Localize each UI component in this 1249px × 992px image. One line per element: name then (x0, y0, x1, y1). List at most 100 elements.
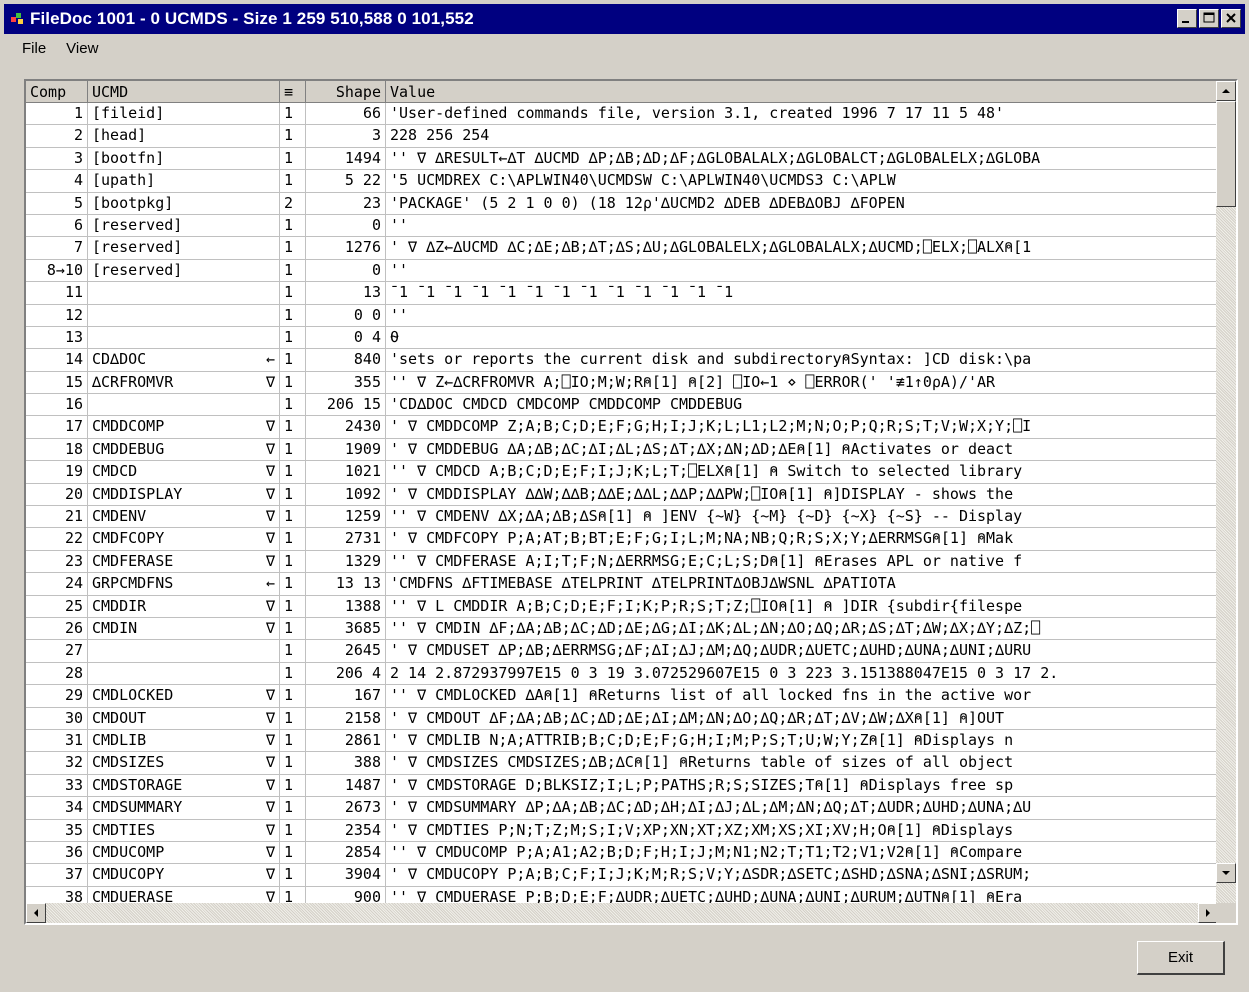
depth-cell: 1 (280, 349, 306, 372)
table-row[interactable]: 23 CMDFERASE ∇ 1 1329 '' ∇ CMDFERASE A;I;T;F;… (26, 550, 1218, 574)
vertical-scrollbar[interactable] (1216, 81, 1236, 903)
table-row[interactable]: 32 CMDSIZES ∇ 1 388 ' ∇ CMDSIZES CMDSIZES;∆B;… (26, 752, 1218, 775)
scroll-down-button[interactable] (1216, 863, 1236, 883)
value-cell: ' ∇ CMDSUMMARY ∆P;∆A;∆B;∆C;∆D;∆H;∆I;∆J;∆… (386, 797, 1218, 820)
scroll-up-button[interactable] (1216, 81, 1236, 101)
table-row[interactable]: 37 CMDUCOPY ∇ 1 3904 ' ∇ CMDUCOPY P;A;B;C;F;I… (26, 864, 1218, 887)
shape-cell: 2158 (306, 707, 386, 730)
header-value[interactable]: Value (386, 81, 1218, 103)
table-row[interactable]: 4 [upath] 1 5 22'5 UCMDREX C:\APLWIN40\UCMD… (26, 170, 1218, 193)
scroll-right-button[interactable] (1198, 903, 1218, 923)
table-row[interactable]: 8→10 [reserved] 1 0 '' (26, 259, 1218, 283)
comp-cell: 22 (26, 528, 88, 551)
minimize-button[interactable] (1177, 9, 1197, 28)
header-depth[interactable]: ≡ (280, 81, 306, 103)
table-row[interactable]: 29 CMDLOCKED ∇ 1 167 '' ∇ CMDLOCKED ∆A⍝[1] ⍝R… (26, 685, 1218, 708)
table-row[interactable]: 18 CMDDEBUG ∇ 1 1909 ' ∇ CMDDEBUG ∆A;∆B;∆C;∆I… (26, 438, 1218, 462)
shape-cell: 0 (306, 214, 386, 238)
table-row[interactable]: 33 CMDSTORAGE ∇ 1 1487 ' ∇ CMDSTORAGE D;BLKSI… (26, 774, 1218, 798)
header-comp[interactable]: Comp (26, 81, 88, 103)
ucmd-name: CMDIN (92, 618, 138, 637)
ucmd-name: CMDFCOPY (92, 529, 165, 548)
table-row[interactable]: 1 [fileid] 1 66 'User-defined commands file,… (26, 103, 1218, 126)
table-row[interactable]: 7 [reserved] 1 1276 ' ∇ ∆Z←∆UCMD ∆C;∆E;∆B;∆T… (26, 237, 1218, 260)
table-row[interactable]: 27 1 2645 ' ∇ CMDUSET ∆P;∆B;∆ERRMSG;∆F;∆I;∆… (26, 640, 1218, 663)
ucmd-cell: [bootfn] (88, 147, 280, 171)
value-cell: '' (386, 215, 1218, 238)
shape-cell: 1494 (306, 147, 386, 171)
exit-button[interactable]: Exit (1137, 941, 1225, 975)
depth-cell: 1 (280, 528, 306, 551)
table-row[interactable]: 25 CMDDIR ∇ 1 1388 '' ∇ L CMDDIR A;B;C;D;E;F;… (26, 595, 1218, 618)
ucmd-name: [head] (92, 126, 147, 145)
menu-file[interactable]: File (22, 40, 46, 57)
ucmd-name: [fileid] (92, 104, 165, 122)
ucmd-name: CMDDISPLAY (92, 484, 183, 503)
shape-cell: 2861 (306, 729, 386, 753)
type-marker-icon: ∇ (265, 529, 275, 548)
value-cell: 228 256 254 (386, 125, 1218, 148)
table-row[interactable]: 21 CMDENV ∇ 1 1259 '' ∇ CMDENV ∆X;∆A;∆B;∆S⍝[1… (26, 506, 1218, 529)
table-row[interactable]: 3 [bootfn] 1 1494 '' ∇ ∆RESULT←∆T ∆UCMD ∆P;∆… (26, 147, 1218, 171)
value-cell: ¯1 ¯1 ¯1 ¯1 ¯1 ¯1 ¯1 ¯1 ¯1 ¯1 ¯1 ¯1 ¯1 (386, 282, 1218, 305)
comp-cell: 8→10 (26, 259, 88, 283)
table-row[interactable]: 11 1 13 ¯1 ¯1 ¯1 ¯1 ¯1 ¯1 ¯1 ¯1 ¯1 ¯1 ¯1 ¯1… (26, 282, 1218, 305)
table-row[interactable]: 20 CMDDISPLAY ∇ 1 1092 ' ∇ CMDDISPLAY ∆∆W;∆∆B… (26, 483, 1218, 507)
table-row[interactable]: 6 [reserved] 1 0 '' (26, 214, 1218, 238)
ucmd-cell: CMDUCOMP ∇ (88, 841, 280, 865)
maximize-button[interactable] (1199, 9, 1219, 28)
comp-cell: 7 (26, 237, 88, 260)
table-row[interactable]: 5 [bootpkg] 2 23 'PACKAGE' (5 2 1 0 0) (18 1… (26, 192, 1218, 215)
components-grid[interactable]: Comp UCMD ≡ Shape Value 1 [fileid] 1 66 'Use… (24, 79, 1238, 925)
scroll-left-button[interactable] (26, 903, 46, 923)
shape-cell: 2731 (306, 528, 386, 551)
comp-cell: 25 (26, 595, 88, 618)
table-row[interactable]: 17 CMDDCOMP ∇ 1 2430 ' ∇ CMDDCOMP Z;A;B;C;D;E… (26, 416, 1218, 439)
table-row[interactable]: 13 1 0 4 ⍬ (26, 326, 1218, 350)
table-row[interactable]: 38 CMDUERASE ∇ 1 900 '' ∇ CMDUERASE P;B;D;E;F… (26, 886, 1218, 903)
table-row[interactable]: 22 CMDFCOPY ∇ 1 2731 ' ∇ CMDFCOPY P;A;AT;B;BT… (26, 528, 1218, 551)
ucmd-name: CMDCD (92, 462, 138, 481)
value-cell: ' ∇ CMDDEBUG ∆A;∆B;∆C;∆I;∆L;∆S;∆T;∆X;∆N;… (386, 439, 1218, 462)
comp-cell: 3 (26, 147, 88, 171)
comp-cell: 23 (26, 550, 88, 574)
header-shape[interactable]: Shape (306, 81, 386, 103)
header-ucmd[interactable]: UCMD (88, 81, 280, 103)
comp-cell: 18 (26, 438, 88, 462)
ucmd-name: CMDLOCKED (92, 686, 174, 705)
table-row[interactable]: 15 ∆CRFROMVR ∇ 1 355 '' ∇ Z←∆CRFROMVR A;⎕IO;M… (26, 371, 1218, 395)
table-row[interactable]: 12 1 0 0 '' (26, 304, 1218, 327)
title-bar[interactable]: FileDoc 1001 - 0 UCMDS - Size 1 259 510,… (4, 4, 1245, 34)
depth-cell: 1 (280, 640, 306, 663)
ucmd-cell: CMDOUT ∇ (88, 707, 280, 730)
table-row[interactable]: 30 CMDOUT ∇ 1 2158 ' ∇ CMDOUT ∆F;∆A;∆B;∆C;∆D;… (26, 707, 1218, 730)
table-row[interactable]: 24 GRPCMDFNS ← 1 13 13 'CMDFNS ∆FTIMEBASE ∆TE… (26, 573, 1218, 596)
menu-view[interactable]: View (66, 40, 98, 57)
ucmd-cell (88, 282, 280, 305)
table-row[interactable]: 14 CD∆DOC ← 1 840'sets or reports the curren… (26, 349, 1218, 372)
table-row[interactable]: 16 1 206 15 'CD∆DOC CMDCD CMDCOMP CMDDCOMP … (26, 394, 1218, 417)
table-row[interactable]: 26 CMDIN ∇ 1 3685 '' ∇ CMDIN ∆F;∆A;∆B;∆C;∆D;∆… (26, 617, 1218, 641)
table-row[interactable]: 28 1 206 42 14 2.872937997E15 0 3 19 3.072… (26, 662, 1218, 686)
close-button[interactable] (1221, 9, 1241, 28)
ucmd-name: CMDSIZES (92, 753, 165, 772)
ucmd-name: [reserved] (92, 215, 183, 234)
window-title: FileDoc 1001 - 0 UCMDS - Size 1 259 510,… (30, 9, 474, 28)
ucmd-name: CMDOUT (92, 708, 147, 727)
value-cell: ' ∇ CMDSTORAGE D;BLKSIZ;I;L;P;PATHS;R;S;… (386, 775, 1218, 798)
ucmd-name: ∆CRFROMVR (92, 372, 174, 391)
shape-cell: 900 (306, 886, 386, 903)
depth-cell: 1 (280, 125, 306, 148)
table-row[interactable]: 35 CMDTIES ∇ 1 2354 ' ∇ CMDTIES P;N;T;Z;M;S;I… (26, 819, 1218, 842)
table-row[interactable]: 34 CMDSUMMARY ∇ 1 2673 ' ∇ CMDSUMMARY ∆P;∆A;∆… (26, 797, 1218, 820)
value-cell: '' ∇ CMDFERASE A;I;T;F;N;∆ERRMSG;E;C;L;S… (386, 551, 1218, 574)
table-row[interactable]: 36 CMDUCOMP ∇ 1 2854 '' ∇ CMDUCOMP P;A;A1;A2;… (26, 841, 1218, 865)
comp-cell: 36 (26, 841, 88, 865)
table-row[interactable]: 2 [head] 1 3 228 256 254 (26, 125, 1218, 148)
shape-cell: 2673 (306, 797, 386, 820)
shape-cell: 5 22 (306, 170, 386, 193)
vertical-scroll-thumb[interactable] (1216, 101, 1236, 207)
table-row[interactable]: 19 CMDCD ∇ 1 1021 '' ∇ CMDCD A;B;C;D;E;F;I;J;… (26, 461, 1218, 484)
table-row[interactable]: 31 CMDLIB ∇ 1 2861 ' ∇ CMDLIB N;A;ATTRIB;B;C;… (26, 729, 1218, 753)
horizontal-scrollbar[interactable] (26, 903, 1218, 923)
